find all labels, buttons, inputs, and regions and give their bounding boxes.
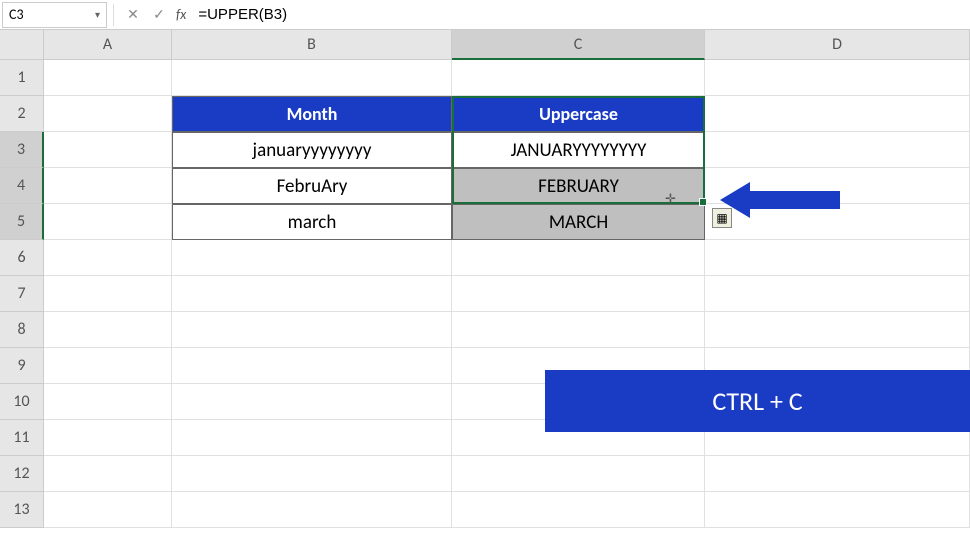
- shortcut-banner: CTRL + C: [545, 370, 970, 432]
- cell-d3[interactable]: [705, 132, 970, 168]
- cell-a10[interactable]: [44, 384, 172, 420]
- cursor-icon: ✛: [665, 192, 676, 207]
- cell-a13[interactable]: [44, 492, 172, 528]
- row-header-7[interactable]: 7: [0, 276, 44, 312]
- cell-a7[interactable]: [44, 276, 172, 312]
- col-header-a[interactable]: A: [44, 30, 172, 60]
- row-header-11[interactable]: 11: [0, 420, 44, 456]
- formula-bar-buttons: ✕ ✓ fx: [120, 6, 190, 23]
- select-all-corner[interactable]: [0, 30, 44, 60]
- cell-d6[interactable]: [705, 240, 970, 276]
- cell-b8[interactable]: [172, 312, 452, 348]
- cell-c5[interactable]: MARCH: [452, 204, 705, 240]
- col-header-d[interactable]: D: [705, 30, 970, 60]
- cell-a5[interactable]: [44, 204, 172, 240]
- cell-c3[interactable]: JANUARYYYYYYYY: [452, 132, 705, 168]
- cell-d2[interactable]: [705, 96, 970, 132]
- table-header-uppercase[interactable]: Uppercase: [452, 96, 705, 132]
- cell-c7[interactable]: [452, 276, 705, 312]
- cell-b4[interactable]: FebruAry: [172, 168, 452, 204]
- cell-c1[interactable]: [452, 60, 705, 96]
- cell-d12[interactable]: [705, 456, 970, 492]
- cell-a4[interactable]: [44, 168, 172, 204]
- row-header-9[interactable]: 9: [0, 348, 44, 384]
- cell-a2[interactable]: [44, 96, 172, 132]
- chevron-down-icon[interactable]: ▾: [95, 8, 100, 21]
- spreadsheet-grid[interactable]: A B C D 1 2 Month Uppercase 3 januaryyyy…: [0, 30, 970, 528]
- cell-b12[interactable]: [172, 456, 452, 492]
- row-header-3[interactable]: 3: [0, 132, 44, 168]
- confirm-icon[interactable]: ✓: [150, 6, 168, 23]
- fx-icon[interactable]: fx: [176, 6, 186, 23]
- cell-a9[interactable]: [44, 348, 172, 384]
- cell-c13[interactable]: [452, 492, 705, 528]
- cell-b7[interactable]: [172, 276, 452, 312]
- cell-a8[interactable]: [44, 312, 172, 348]
- row-header-2[interactable]: 2: [0, 96, 44, 132]
- cell-a3[interactable]: [44, 132, 172, 168]
- formula-input[interactable]: [190, 0, 970, 29]
- cell-d13[interactable]: [705, 492, 970, 528]
- row-header-6[interactable]: 6: [0, 240, 44, 276]
- cell-b10[interactable]: [172, 384, 452, 420]
- cell-c8[interactable]: [452, 312, 705, 348]
- shortcut-text: CTRL + C: [712, 385, 802, 417]
- row-header-8[interactable]: 8: [0, 312, 44, 348]
- row-header-5[interactable]: 5: [0, 204, 44, 240]
- cell-b3[interactable]: januaryyyyyyyy: [172, 132, 452, 168]
- row-header-10[interactable]: 10: [0, 384, 44, 420]
- cell-b11[interactable]: [172, 420, 452, 456]
- cell-c6[interactable]: [452, 240, 705, 276]
- cancel-icon[interactable]: ✕: [124, 6, 142, 23]
- cell-d1[interactable]: [705, 60, 970, 96]
- cell-d7[interactable]: [705, 276, 970, 312]
- divider: [113, 4, 114, 26]
- row-header-12[interactable]: 12: [0, 456, 44, 492]
- cell-b9[interactable]: [172, 348, 452, 384]
- cell-b13[interactable]: [172, 492, 452, 528]
- row-header-4[interactable]: 4: [0, 168, 44, 204]
- arrow-callout-icon: [720, 182, 840, 218]
- formula-bar: C3 ▾ ✕ ✓ fx: [0, 0, 970, 30]
- cell-d8[interactable]: [705, 312, 970, 348]
- col-header-c[interactable]: C: [452, 30, 705, 60]
- name-box-value: C3: [9, 6, 24, 23]
- cell-a12[interactable]: [44, 456, 172, 492]
- cell-b5[interactable]: march: [172, 204, 452, 240]
- cell-b6[interactable]: [172, 240, 452, 276]
- cell-c12[interactable]: [452, 456, 705, 492]
- cell-b1[interactable]: [172, 60, 452, 96]
- col-header-b[interactable]: B: [172, 30, 452, 60]
- table-header-month[interactable]: Month: [172, 96, 452, 132]
- cell-a11[interactable]: [44, 420, 172, 456]
- name-box[interactable]: C3 ▾: [2, 2, 107, 28]
- row-header-1[interactable]: 1: [0, 60, 44, 96]
- row-header-13[interactable]: 13: [0, 492, 44, 528]
- cell-a1[interactable]: [44, 60, 172, 96]
- cell-a6[interactable]: [44, 240, 172, 276]
